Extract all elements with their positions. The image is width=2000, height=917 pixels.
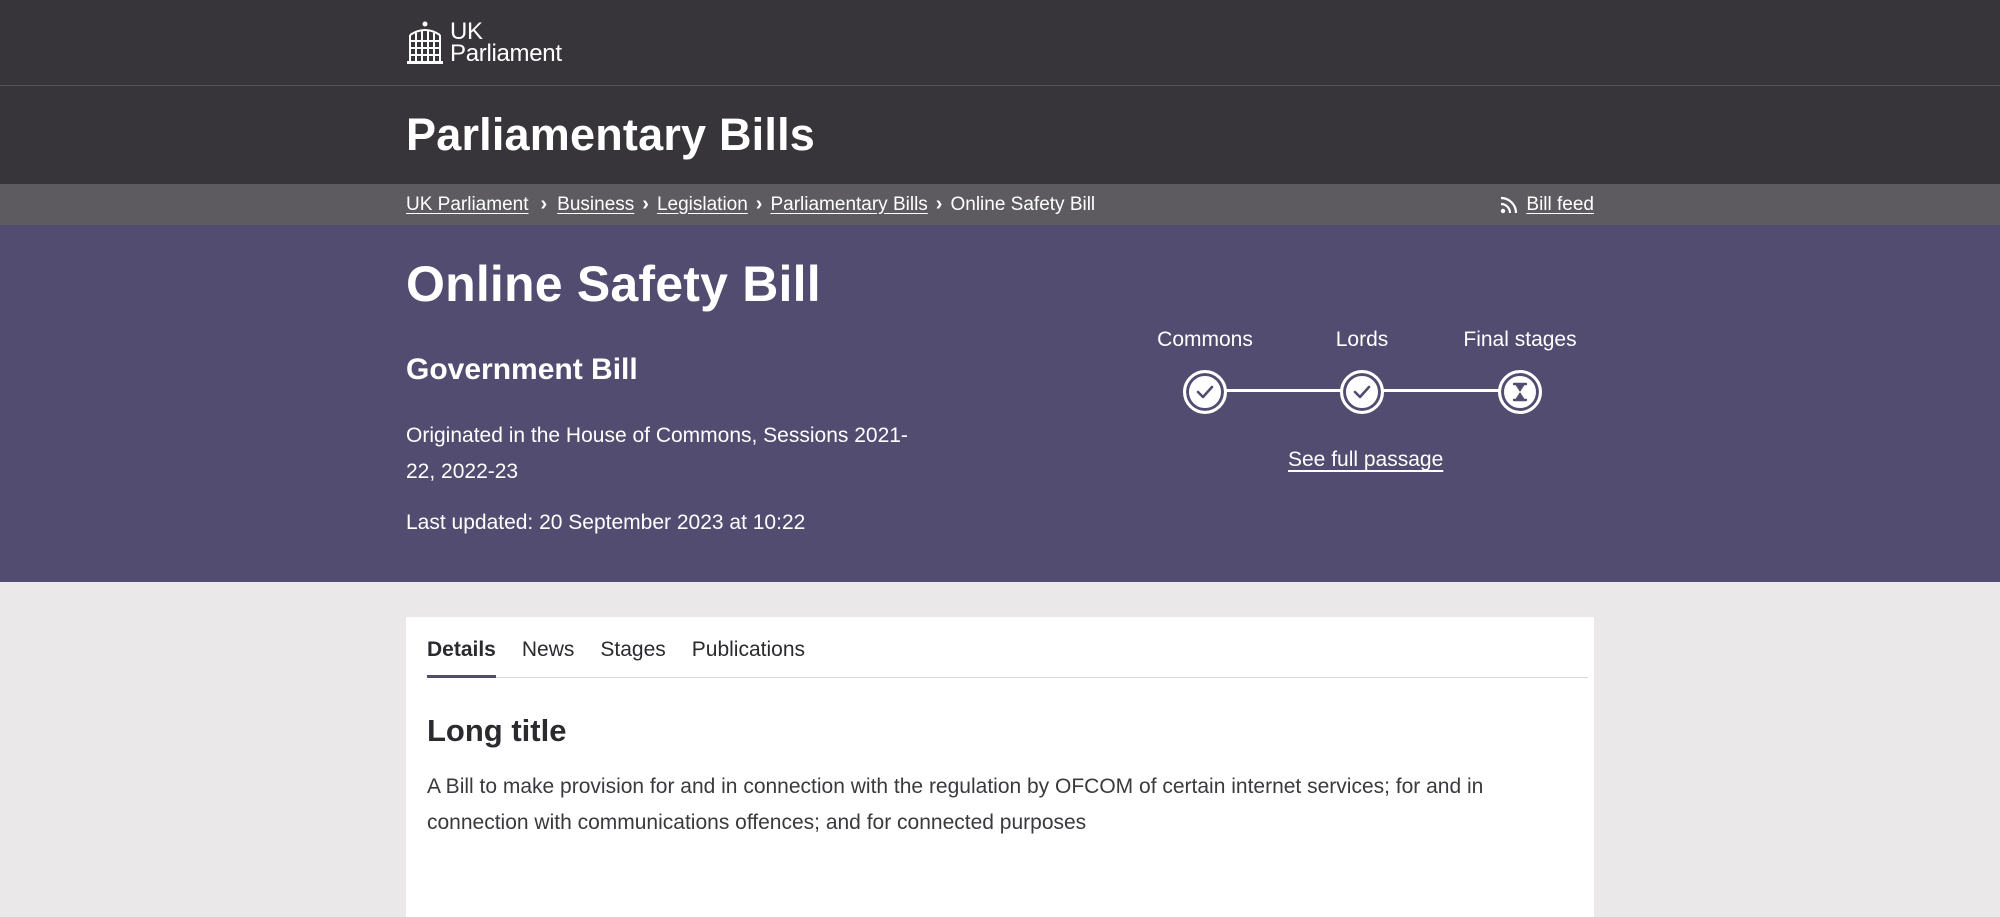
- service-title[interactable]: Parliamentary Bills: [406, 86, 1594, 184]
- masthead: UK Parliament: [0, 0, 2000, 86]
- chevron-right-icon: ›: [642, 193, 649, 215]
- check-icon: [1353, 385, 1371, 399]
- check-icon: [1196, 385, 1214, 399]
- hourglass-icon: [1512, 382, 1528, 402]
- uk-parliament-logo[interactable]: UK Parliament: [406, 0, 1594, 85]
- logo-line-2: Parliament: [450, 39, 562, 67]
- tab-news[interactable]: News: [522, 617, 575, 677]
- bill-details-card: Details News Stages Publications Long ti…: [406, 617, 1594, 917]
- stage-label-lords: Lords: [1335, 328, 1389, 351]
- breadcrumb-business[interactable]: Business: [557, 194, 634, 216]
- logo-text: UK Parliament: [450, 19, 562, 67]
- long-title-text: A Bill to make provision for and in conn…: [427, 775, 1484, 834]
- last-updated: Last updated: 20 September 2023 at 10:22: [406, 511, 806, 534]
- chevron-right-icon: ›: [540, 193, 548, 215]
- bill-header: Online Safety Bill Government Bill Origi…: [0, 225, 2000, 582]
- stage-label-commons: Commons: [1157, 328, 1253, 351]
- breadcrumb-current: Online Safety Bill: [950, 193, 1096, 215]
- breadcrumb-uk-parliament[interactable]: UK Parliament: [406, 194, 529, 216]
- bill-tabs: Details News Stages Publications: [427, 617, 1588, 678]
- breadcrumb: UK Parliament › Business › Legislation ›…: [0, 184, 2000, 225]
- tab-publications[interactable]: Publications: [692, 617, 805, 677]
- bill-feed-label: Bill feed: [1526, 193, 1594, 215]
- bill-type: Government Bill: [406, 353, 638, 386]
- bill-title: Online Safety Bill: [406, 256, 821, 312]
- bill-progress: Commons Lords Final stages See full pass…: [1126, 328, 1576, 488]
- portcullis-icon: [407, 21, 443, 64]
- rss-icon: [1501, 196, 1518, 213]
- chevron-right-icon: ›: [935, 193, 943, 215]
- stage-marker-final-stages: [1498, 370, 1542, 414]
- bill-feed-link[interactable]: Bill feed: [1500, 184, 1594, 225]
- tab-stages[interactable]: Stages: [600, 617, 665, 677]
- tab-details[interactable]: Details: [427, 617, 496, 678]
- bill-origin: Originated in the House of Commons, Sess…: [406, 424, 908, 483]
- stage-marker-commons: [1183, 370, 1227, 414]
- breadcrumb-parliamentary-bills[interactable]: Parliamentary Bills: [770, 194, 927, 216]
- stage-marker-lords: [1340, 370, 1384, 414]
- breadcrumb-legislation[interactable]: Legislation: [657, 194, 748, 216]
- long-title-heading: Long title: [427, 713, 567, 748]
- see-full-passage-link[interactable]: See full passage: [1288, 448, 1443, 472]
- chevron-right-icon: ›: [755, 193, 763, 215]
- service-header: Parliamentary Bills: [0, 86, 2000, 184]
- stage-label-final-stages: Final stages: [1463, 328, 1577, 351]
